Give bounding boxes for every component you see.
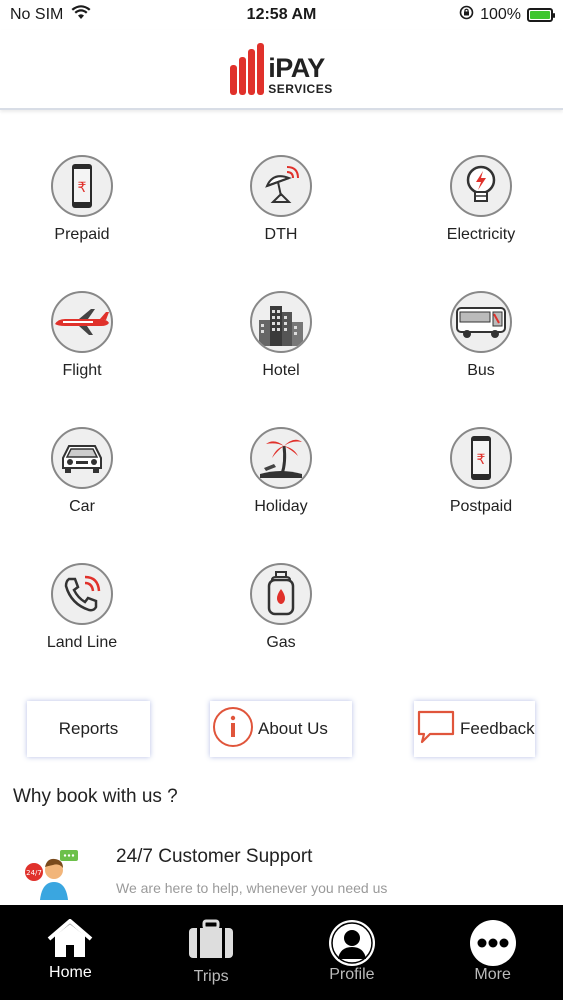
- service-dth[interactable]: DTH: [206, 155, 356, 244]
- gas-cylinder-icon: [250, 563, 312, 625]
- logo-bars-icon: [230, 43, 265, 95]
- palm-tree-icon: [250, 427, 312, 489]
- service-land-line[interactable]: Land Line: [7, 563, 157, 652]
- support-item: 24/7 24/7 Customer Support We are here t…: [20, 840, 560, 906]
- service-label: Land Line: [46, 634, 118, 651]
- service-electricity[interactable]: Electricity: [406, 155, 556, 244]
- battery-icon: [527, 8, 555, 22]
- tab-profile[interactable]: Profile: [282, 905, 423, 1000]
- orientation-lock-icon: [459, 5, 474, 25]
- service-label: Car: [69, 498, 95, 515]
- info-icon: [212, 706, 254, 753]
- why-book-title: Why book with us ?: [13, 786, 178, 807]
- tab-bar: Home Trips Profile More: [0, 905, 563, 1000]
- carrier-label: No SIM: [10, 6, 64, 23]
- service-bus[interactable]: Bus: [406, 291, 556, 380]
- service-label: DTH: [264, 226, 298, 243]
- feedback-label: Feedback: [460, 719, 535, 738]
- profile-icon: [328, 919, 376, 972]
- home-icon: [46, 918, 94, 964]
- app-header: iPAY SERVICES: [0, 30, 563, 110]
- service-label: Postpaid: [449, 498, 513, 515]
- service-label: Electricity: [446, 226, 516, 243]
- status-bar: No SIM 12:58 AM 100%: [0, 0, 563, 30]
- phone-icon: [51, 563, 113, 625]
- service-holiday[interactable]: Holiday: [206, 427, 356, 516]
- tab-home-label: Home: [49, 964, 92, 981]
- more-dots-icon: [469, 919, 517, 972]
- suitcase-icon: [187, 919, 235, 964]
- tab-profile-label: Profile: [329, 966, 375, 983]
- service-prepaid[interactable]: ₹ Prepaid: [7, 155, 157, 244]
- tab-trips-label: Trips: [193, 968, 229, 985]
- service-label: Prepaid: [54, 226, 110, 243]
- service-flight[interactable]: Flight: [7, 291, 157, 380]
- wifi-icon: [71, 5, 91, 25]
- bulb-bolt-icon: [450, 155, 512, 217]
- tab-home[interactable]: Home: [0, 905, 141, 1000]
- service-car[interactable]: Car: [7, 427, 157, 516]
- hotel-building-icon: [250, 291, 312, 353]
- service-gas[interactable]: Gas: [206, 563, 356, 652]
- support-badge-text: 24/7: [26, 869, 42, 877]
- chat-bubble-icon: [416, 708, 456, 751]
- svg-text:₹: ₹: [78, 180, 87, 196]
- satellite-dish-icon: [250, 155, 312, 217]
- customer-support-icon: 24/7: [20, 848, 82, 905]
- car-icon: [51, 427, 113, 489]
- support-subtitle: We are here to help, whenever you need u…: [116, 880, 388, 896]
- service-postpaid[interactable]: ₹ Postpaid: [406, 427, 556, 516]
- tab-more[interactable]: More: [422, 905, 563, 1000]
- support-title: 24/7 Customer Support: [116, 846, 313, 867]
- service-label: Gas: [266, 634, 296, 651]
- mobile-rupee-icon: ₹: [51, 155, 113, 217]
- service-label: Flight: [62, 362, 102, 379]
- airplane-icon: [51, 291, 113, 353]
- service-label: Hotel: [262, 362, 300, 379]
- service-hotel[interactable]: Hotel: [206, 291, 356, 380]
- bus-icon: [450, 291, 512, 353]
- ipay-logo: iPAY SERVICES: [230, 43, 332, 95]
- service-label: Holiday: [254, 498, 308, 515]
- about-us-button[interactable]: About Us: [210, 701, 352, 757]
- about-us-label: About Us: [258, 719, 328, 738]
- reports-button[interactable]: Reports: [27, 701, 150, 757]
- svg-text:₹: ₹: [477, 452, 486, 468]
- logo-sub-text: SERVICES: [268, 82, 333, 96]
- service-label: Bus: [467, 362, 495, 379]
- logo-main-text: iPAY: [268, 53, 325, 83]
- tab-trips[interactable]: Trips: [141, 905, 282, 1000]
- status-time: 12:58 AM: [246, 6, 317, 23]
- mobile-rupee-icon: ₹: [450, 427, 512, 489]
- battery-percent: 100%: [480, 6, 521, 23]
- feedback-button[interactable]: Feedback: [414, 701, 535, 757]
- tab-more-label: More: [474, 966, 511, 983]
- reports-label: Reports: [58, 719, 119, 738]
